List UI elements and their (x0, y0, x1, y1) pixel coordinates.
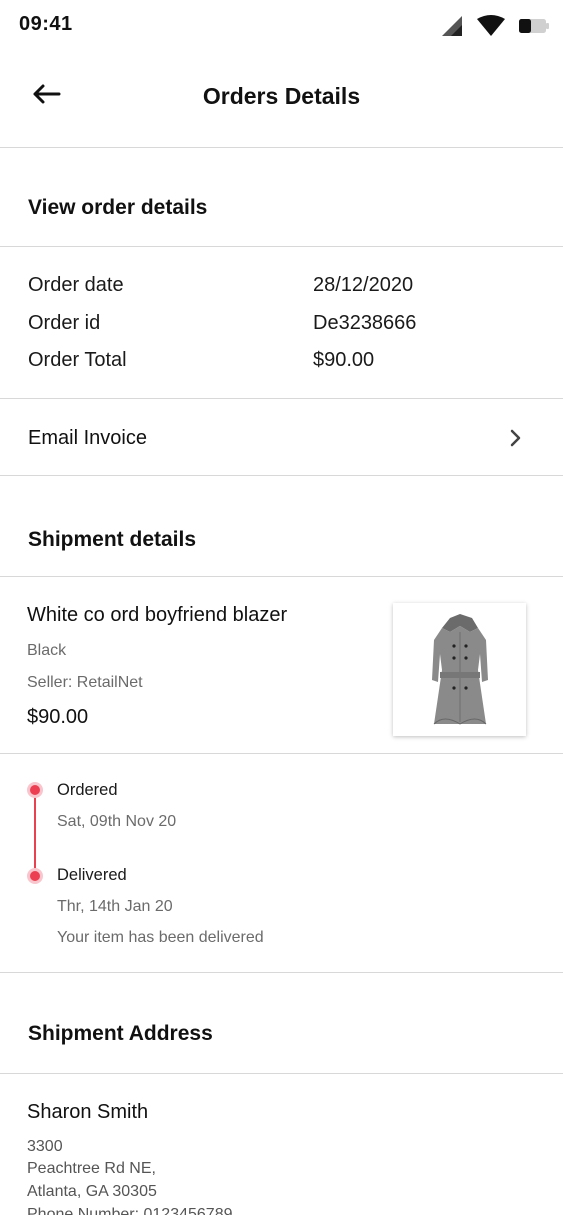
section-title: Shipment details (28, 528, 197, 551)
address-line: Atlanta, GA 30305 (27, 1183, 157, 1200)
section-title: View order details (28, 196, 208, 219)
timeline-line (33, 791, 36, 877)
address-phone: Phone Number: 0123456789 (27, 1206, 233, 1215)
recipient-name: Sharon Smith (27, 1101, 149, 1123)
timeline-status: Ordered (57, 781, 118, 799)
wifi-icon (477, 15, 505, 42)
product-image[interactable] (393, 603, 526, 736)
order-total-value: $90.00 (313, 349, 375, 371)
order-date-label: Order date (28, 274, 124, 296)
page-title: Orders Details (202, 83, 361, 109)
product-name: White co ord boyfriend blazer (27, 604, 288, 626)
shipment-details-header: Shipment details (0, 476, 563, 577)
status-bar: 09:41 (0, 0, 563, 52)
timeline-dot-ordered (26, 782, 43, 798)
status-time: 09:41 (19, 13, 73, 35)
address-line: Peachtree Rd NE, (27, 1160, 156, 1177)
timeline-status: Delivered (57, 866, 127, 884)
section-title: Shipment Address (28, 1022, 213, 1045)
battery-icon (519, 18, 549, 39)
cellular-signal-icon (441, 15, 463, 42)
divider (0, 753, 563, 754)
product-color: Black (27, 642, 67, 659)
address-line: 3300 (27, 1138, 63, 1155)
chevron-right-icon (509, 427, 523, 454)
order-details-header: View order details (0, 148, 563, 247)
product-price: $90.00 (27, 706, 89, 728)
order-id-label: Order id (28, 312, 101, 334)
timeline-date: Sat, 09th Nov 20 (57, 813, 177, 830)
timeline-note: Your item has been delivered (57, 929, 264, 946)
order-id-value: De3238666 (313, 312, 417, 334)
product-seller: Seller: RetailNet (27, 674, 143, 691)
timeline-date: Thr, 14th Jan 20 (57, 898, 173, 915)
order-date-value: 28/12/2020 (313, 274, 414, 296)
status-icons (441, 15, 549, 42)
shipment-address-header: Shipment Address (0, 972, 563, 1074)
email-invoice-label: Email Invoice (28, 427, 147, 449)
order-total-label: Order Total (28, 349, 127, 371)
email-invoice-row[interactable]: Email Invoice (0, 399, 563, 476)
timeline-dot-delivered (26, 868, 43, 884)
coat-illustration (431, 613, 488, 725)
app-bar: Orders Details (0, 52, 563, 148)
